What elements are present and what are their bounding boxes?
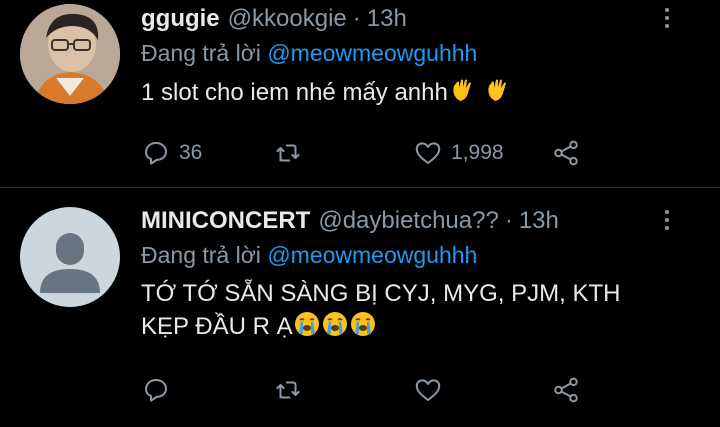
display-name[interactable]: MINICONCERT — [141, 206, 310, 236]
retweet-icon — [276, 144, 300, 162]
profile-photo — [20, 4, 120, 104]
like-button[interactable]: 1,998 — [413, 138, 504, 168]
share-icon — [554, 377, 578, 403]
more-options-icon[interactable] — [664, 8, 670, 28]
reply-button[interactable] — [141, 375, 179, 405]
replying-to: Đang trả lời @meowmeowguhhh — [141, 38, 700, 68]
replying-to-label: Đang trả lời — [141, 40, 261, 66]
reply-button[interactable]: 36 — [141, 138, 202, 168]
avatar[interactable] — [20, 4, 120, 104]
tweet[interactable]: ggugie @kkookgie · 13h Đang trả lời @meo… — [0, 0, 720, 187]
reply-count: 36 — [179, 141, 203, 164]
username[interactable]: @kkookgie — [228, 4, 347, 34]
timestamp[interactable]: 13h — [519, 206, 559, 236]
tweet-text-body: 1 slot cho iem nhé mấy anhh — [141, 79, 448, 106]
like-count: 1,998 — [451, 141, 504, 164]
waving-hand-icon — [448, 76, 476, 113]
waving-hand-icon — [483, 76, 511, 113]
display-name[interactable]: ggugie — [141, 4, 220, 34]
heart-icon — [415, 379, 441, 401]
separator-dot: · — [504, 207, 513, 234]
tweet-header: MINICONCERT @daybietchua?? · 13h — [141, 206, 700, 236]
mention-link[interactable]: @meowmeowguhhh — [267, 40, 477, 66]
tweet-actions: 36 1,998 — [141, 138, 591, 172]
tweet-text: 1 slot cho iem nhé mấy anhh — [141, 76, 700, 113]
tweet-text-line: KẸP ĐẦU R Ạ — [141, 313, 293, 340]
username[interactable]: @daybietchua?? — [318, 206, 499, 236]
tweet-content: MINICONCERT @daybietchua?? · 13h Đang tr… — [141, 206, 700, 347]
heart-icon — [415, 142, 441, 164]
mention-link[interactable]: @meowmeowguhhh — [267, 242, 477, 268]
retweet-icon — [276, 381, 300, 399]
separator-dot: · — [352, 5, 361, 32]
tweet-actions — [141, 375, 591, 409]
tweet[interactable]: MINICONCERT @daybietchua?? · 13h Đang tr… — [0, 188, 720, 427]
more-options-icon[interactable] — [664, 210, 670, 230]
tweet-text-line: TỚ TỚ SẴN SÀNG BỊ CYJ, MYG, PJM, KTH — [141, 280, 621, 307]
crying-face-icon — [293, 310, 321, 347]
share-icon — [554, 140, 578, 166]
reply-icon — [145, 379, 167, 402]
retweet-button[interactable] — [273, 375, 311, 405]
avatar[interactable] — [20, 207, 120, 307]
tweet-header: ggugie @kkookgie · 13h — [141, 4, 700, 34]
timestamp[interactable]: 13h — [367, 4, 407, 34]
like-button[interactable] — [413, 375, 451, 405]
replying-to-label: Đang trả lời — [141, 242, 261, 268]
default-avatar-icon — [20, 207, 120, 307]
retweet-button[interactable] — [273, 138, 311, 168]
tweet-text: TỚ TỚ SẴN SÀNG BỊ CYJ, MYG, PJM, KTH KẸP… — [141, 278, 700, 347]
tweet-content: ggugie @kkookgie · 13h Đang trả lời @meo… — [141, 4, 700, 113]
crying-face-icon — [321, 310, 349, 347]
reply-icon — [145, 142, 167, 165]
share-button[interactable] — [551, 138, 581, 168]
share-button[interactable] — [551, 375, 581, 405]
crying-face-icon — [349, 310, 377, 347]
replying-to: Đang trả lời @meowmeowguhhh — [141, 240, 700, 270]
